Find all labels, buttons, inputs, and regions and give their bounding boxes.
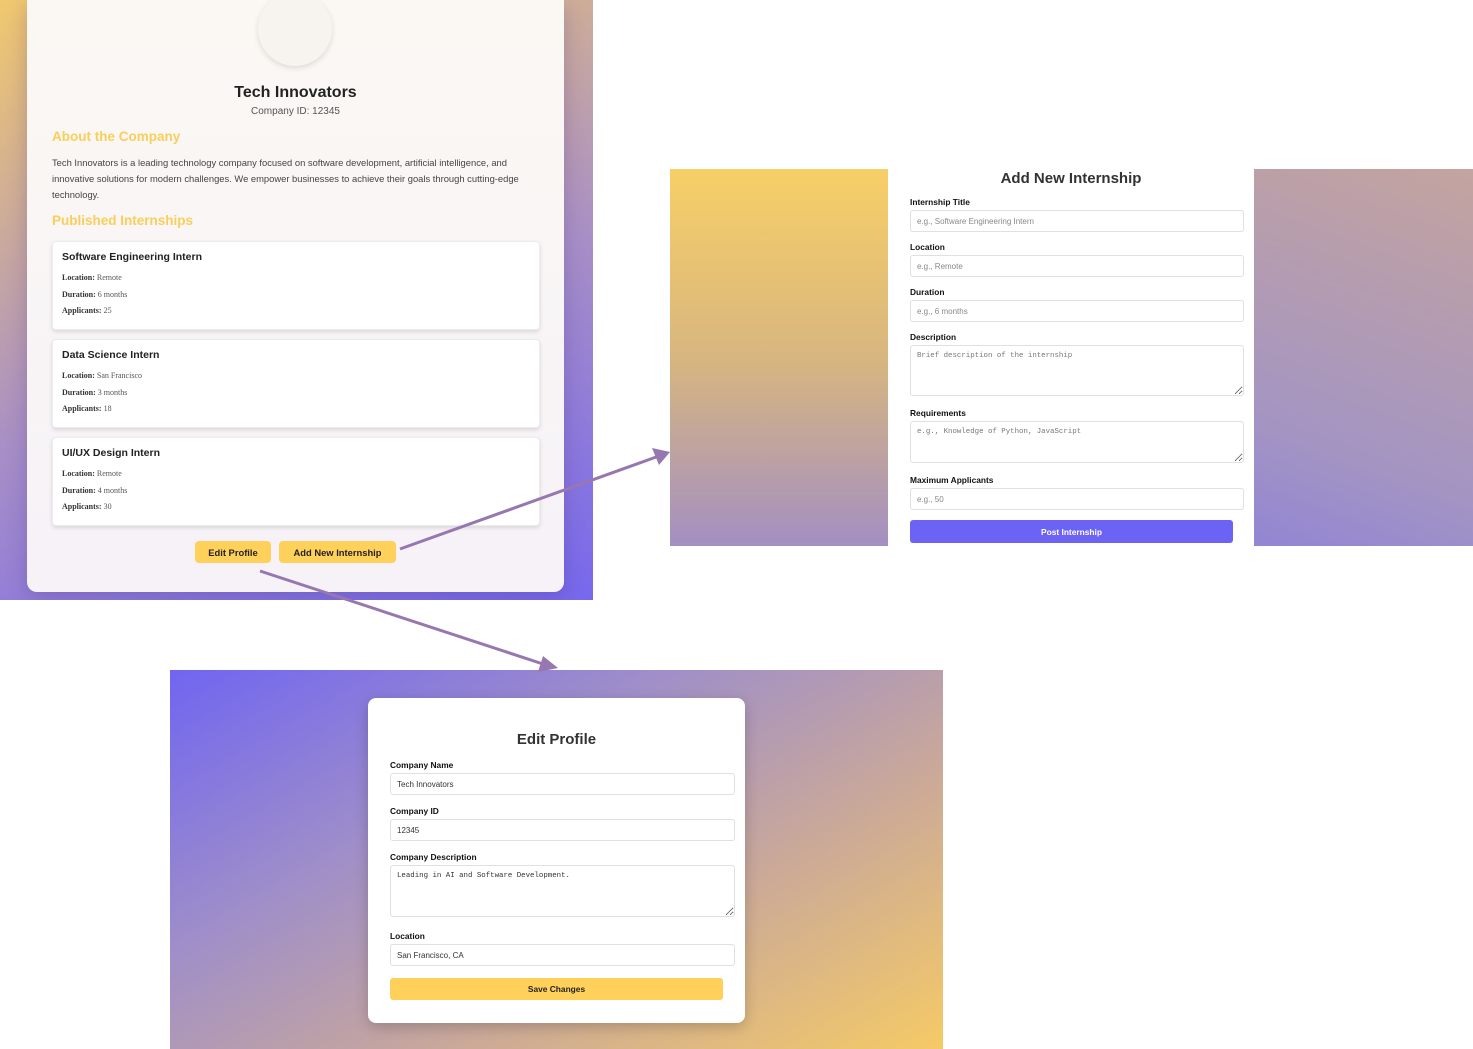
company-id-label: Company ID — [390, 806, 439, 816]
save-changes-button[interactable]: Save Changes — [390, 978, 723, 1000]
add-internship-screen: Add New Internship Internship Title Loca… — [670, 169, 1473, 546]
internship-duration: Duration: 4 months — [62, 486, 128, 495]
internship-title: UI/UX Design Intern — [62, 447, 161, 459]
about-heading: About the Company — [52, 129, 181, 144]
duration-label: Duration — [910, 287, 945, 297]
add-internship-form: Add New Internship Internship Title Loca… — [888, 169, 1254, 546]
internship-title: Data Science Intern — [62, 349, 160, 361]
company-name-label: Company Name — [390, 760, 454, 770]
description-label: Description — [910, 332, 957, 342]
internship-card[interactable]: Software Engineering Intern Location: Re… — [52, 241, 540, 330]
form-title: Edit Profile — [516, 731, 597, 748]
edit-profile-button[interactable]: Edit Profile — [195, 541, 271, 563]
internship-title-label: Internship Title — [910, 197, 970, 207]
internship-title-input[interactable] — [910, 210, 1244, 232]
duration-input[interactable] — [910, 300, 1244, 322]
background-gradient — [670, 169, 888, 546]
internship-card[interactable]: UI/UX Design Intern Location: Remote Dur… — [52, 437, 540, 526]
internship-title: Software Engineering Intern — [62, 251, 203, 263]
company-id-text: Company ID: 12345 — [251, 106, 340, 117]
company-profile-screen: Tech Innovators Company ID: 12345 About … — [0, 0, 593, 600]
company-description-label: Company Description — [390, 852, 477, 862]
internship-applicants: Applicants: 18 — [62, 404, 112, 413]
internship-applicants: Applicants: 30 — [62, 502, 112, 511]
max-applicants-label: Maximum Applicants — [910, 475, 994, 485]
company-name-heading: Tech Innovators — [234, 84, 357, 101]
internship-location: Location: San Francisco — [62, 371, 142, 380]
about-text: Tech Innovators is a leading technology … — [52, 157, 519, 200]
requirements-textarea[interactable] — [910, 421, 1244, 463]
internship-location: Location: Remote — [62, 469, 122, 478]
internship-location: Location: Remote — [62, 273, 122, 282]
profile-card: Tech Innovators Company ID: 12345 About … — [27, 0, 564, 592]
form-title: Add New Internship — [1000, 170, 1142, 187]
published-internships-heading: Published Internships — [52, 213, 194, 228]
add-new-internship-button[interactable]: Add New Internship — [279, 541, 396, 563]
internship-duration: Duration: 6 months — [62, 290, 128, 299]
internship-applicants: Applicants: 25 — [62, 306, 112, 315]
post-internship-button[interactable]: Post Internship — [910, 520, 1233, 543]
internship-duration: Duration: 3 months — [62, 388, 128, 397]
location-label: Location — [910, 242, 945, 252]
location-label: Location — [390, 931, 425, 941]
edit-profile-form: Edit Profile Company Name Company ID Com… — [368, 698, 745, 1023]
company-description-textarea[interactable]: Leading in AI and Software Development. — [390, 865, 735, 917]
internship-card[interactable]: Data Science Intern Location: San Franci… — [52, 339, 540, 428]
edit-profile-screen: Edit Profile Company Name Company ID Com… — [170, 670, 943, 1049]
description-textarea[interactable] — [910, 345, 1244, 396]
location-input[interactable] — [910, 255, 1244, 277]
max-applicants-input[interactable] — [910, 488, 1244, 510]
requirements-label: Requirements — [910, 408, 966, 418]
location-input[interactable] — [390, 944, 735, 966]
company-avatar — [258, 0, 332, 66]
company-name-input[interactable] — [390, 773, 735, 795]
company-id-input[interactable] — [390, 819, 735, 841]
